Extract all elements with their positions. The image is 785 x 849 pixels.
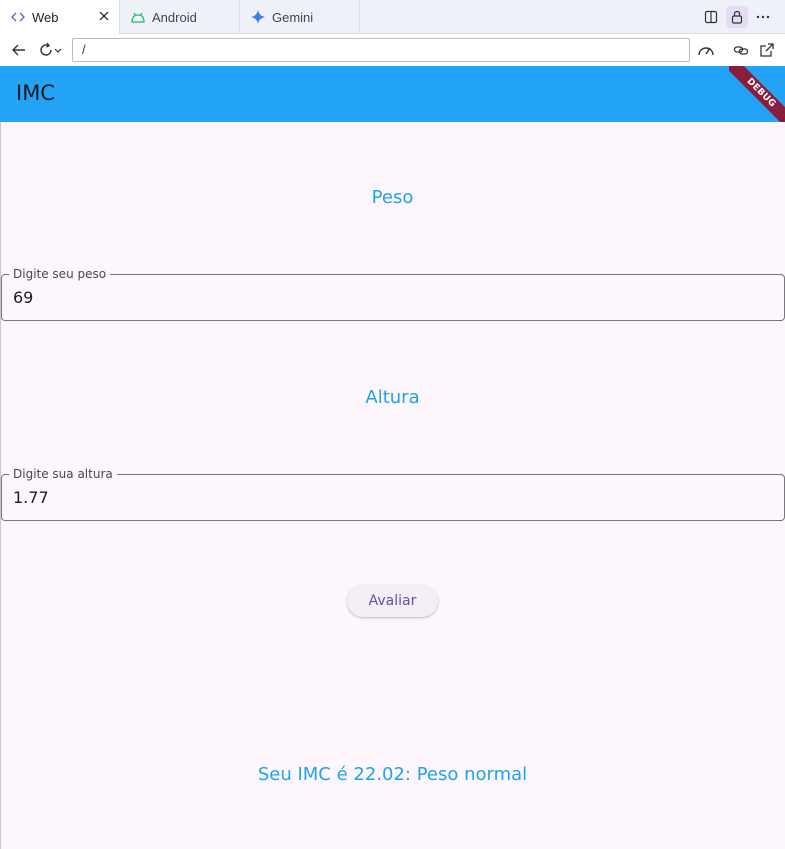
tab-gemini[interactable]: Gemini <box>240 0 360 34</box>
tab-web[interactable]: Web <box>0 0 120 34</box>
tab-label: Android <box>152 9 197 25</box>
chevron-down-icon[interactable] <box>52 40 64 60</box>
android-icon <box>130 9 146 25</box>
weight-field-value[interactable]: 69 <box>13 288 33 307</box>
browser-tab-bar: Web Android Gemini <box>0 0 785 34</box>
height-field[interactable]: Digite sua altura 1.77 <box>1 467 785 521</box>
tab-label: Web <box>32 9 59 25</box>
more-options-icon[interactable] <box>752 6 774 28</box>
close-icon[interactable] <box>97 9 111 23</box>
app-bar: IMC <box>0 66 785 122</box>
code-icon <box>10 9 26 25</box>
height-heading: Altura <box>365 387 420 408</box>
url-input[interactable]: / <box>72 38 690 62</box>
debug-banner: DEBUG <box>729 66 785 122</box>
link-icon[interactable] <box>731 40 751 60</box>
tab-label: Gemini <box>272 9 314 25</box>
debug-banner-container: DEBUG <box>729 66 785 122</box>
height-field-label: Digite sua altura <box>9 467 117 481</box>
performance-gauge-icon[interactable] <box>696 40 716 60</box>
split-view-icon[interactable] <box>700 6 722 28</box>
address-bar: / <box>0 34 785 66</box>
weight-field[interactable]: Digite seu peso 69 <box>1 267 785 321</box>
app-title: IMC <box>16 81 55 105</box>
weight-heading: Peso <box>371 187 414 208</box>
weight-field-label: Digite seu peso <box>9 267 111 281</box>
evaluate-button[interactable]: Avaliar <box>347 585 438 617</box>
gemini-sparkle-icon <box>250 9 266 25</box>
tab-android[interactable]: Android <box>120 0 240 34</box>
bmi-result-text: Seu IMC é 22.02: Peso normal <box>257 764 528 785</box>
open-external-icon[interactable] <box>757 40 777 60</box>
lock-icon[interactable] <box>726 6 748 28</box>
back-arrow-icon[interactable] <box>9 40 29 60</box>
height-field-value[interactable]: 1.77 <box>13 488 49 507</box>
